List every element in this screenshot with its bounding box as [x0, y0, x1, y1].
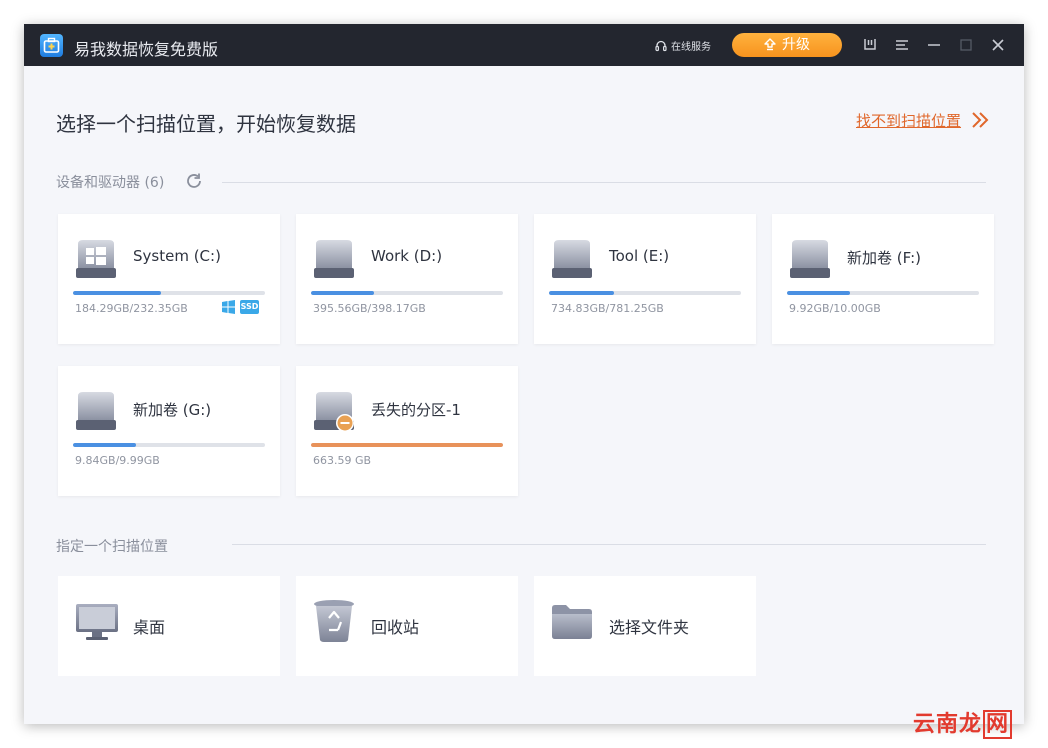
online-service-label: 在线服务 — [671, 42, 711, 53]
location-name: 回收站 — [371, 618, 420, 637]
drive-name: 丢失的分区-1 — [371, 401, 461, 419]
drive-size: 663.59 GB — [313, 454, 372, 467]
section-divider — [232, 544, 986, 545]
upgrade-arrow-icon — [764, 38, 776, 51]
drive-usage-fill — [549, 291, 615, 295]
windows-drive-icon — [76, 240, 116, 278]
drive-usage-fill — [73, 443, 137, 447]
devices-count: (6) — [144, 175, 165, 191]
download-icon[interactable] — [862, 37, 878, 53]
drive-size: 395.56GB/398.17GB — [313, 302, 426, 315]
drive-card-c[interactable]: System (C:) 184.29GB/232.35GB SSD — [58, 214, 280, 344]
drive-card-d[interactable]: Work (D:) 395.56GB/398.17GB — [296, 214, 518, 344]
location-card-select-folder[interactable]: 选择文件夹 — [534, 576, 756, 676]
drive-usage-fill — [787, 291, 851, 295]
drive-usage-bar — [311, 443, 503, 447]
drive-card-lost-partition[interactable]: 丢失的分区-1 663.59 GB — [296, 366, 518, 496]
ssd-badge: SSD — [240, 300, 259, 314]
drive-usage-bar — [73, 291, 265, 295]
devices-section-title: 设备和驱动器 — [56, 175, 140, 191]
upgrade-button[interactable]: 升级 — [732, 33, 842, 57]
refresh-icon[interactable] — [184, 171, 204, 191]
drive-size: 734.83GB/781.25GB — [551, 302, 664, 315]
headset-icon — [655, 40, 667, 52]
watermark-logo: 云南龙网 — [913, 706, 1013, 739]
online-service-link[interactable]: 在线服务 — [654, 38, 711, 53]
menu-icon[interactable] — [894, 37, 910, 53]
maximize-icon[interactable] — [958, 37, 974, 53]
drive-name: 新加卷 (G:) — [133, 401, 212, 419]
drive-size: 9.92GB/10.00GB — [789, 302, 881, 315]
app-logo-icon — [40, 34, 63, 57]
double-chevron-right-icon[interactable] — [970, 110, 990, 130]
drive-name: Work (D:) — [371, 247, 443, 265]
drive-usage-bar — [549, 291, 741, 295]
drive-size: 9.84GB/9.99GB — [75, 454, 160, 467]
app-window: 易我数据恢复免费版 在线服务 升级 选择一个扫描位置，开始恢复数据 找不到扫描位… — [24, 24, 1024, 724]
page-title: 选择一个扫描位置，开始恢复数据 — [56, 112, 356, 136]
location-card-recycle-bin[interactable]: 回收站 — [296, 576, 518, 676]
windows-icon — [222, 300, 235, 314]
drive-size: 184.29GB/232.35GB — [75, 302, 188, 315]
locations-section-label: 指定一个扫描位置 — [56, 539, 168, 555]
drive-usage-bar — [311, 291, 503, 295]
drive-usage-bar — [787, 291, 979, 295]
drive-usage-fill — [311, 291, 375, 295]
hard-drive-icon — [76, 392, 116, 430]
desktop-monitor-icon — [76, 604, 118, 640]
hard-drive-icon — [314, 240, 354, 278]
upgrade-label: 升级 — [782, 37, 810, 53]
location-name: 选择文件夹 — [609, 618, 690, 637]
location-name: 桌面 — [133, 618, 166, 637]
drive-card-e[interactable]: Tool (E:) 734.83GB/781.25GB — [534, 214, 756, 344]
location-card-desktop[interactable]: 桌面 — [58, 576, 280, 676]
section-divider — [222, 182, 986, 183]
cant-find-location-link[interactable]: 找不到扫描位置 — [856, 110, 961, 131]
drive-usage-bar — [73, 443, 265, 447]
drive-usage-fill — [73, 291, 162, 295]
recycle-bin-icon — [314, 600, 354, 642]
drive-badges: SSD — [221, 300, 259, 319]
folder-icon — [552, 605, 592, 639]
watermark-text: 云南龙 — [913, 712, 983, 737]
drive-card-g[interactable]: 新加卷 (G:) 9.84GB/9.99GB — [58, 366, 280, 496]
drive-name: Tool (E:) — [609, 247, 670, 265]
lost-partition-icon — [314, 392, 354, 432]
close-icon[interactable] — [990, 37, 1006, 53]
drive-name: 新加卷 (F:) — [847, 249, 921, 267]
title-bar: 易我数据恢复免费版 在线服务 升级 — [24, 24, 1024, 66]
drive-usage-fill — [311, 443, 503, 447]
app-title: 易我数据恢复免费版 — [74, 40, 219, 59]
devices-section-label: 设备和驱动器 (6) — [56, 172, 164, 192]
watermark-boxed-char: 网 — [983, 710, 1013, 739]
minimize-icon[interactable] — [926, 37, 942, 53]
hard-drive-icon — [552, 240, 592, 278]
drive-name: System (C:) — [133, 247, 221, 265]
drive-card-f[interactable]: 新加卷 (F:) 9.92GB/10.00GB — [772, 214, 994, 344]
hard-drive-icon — [790, 240, 830, 278]
